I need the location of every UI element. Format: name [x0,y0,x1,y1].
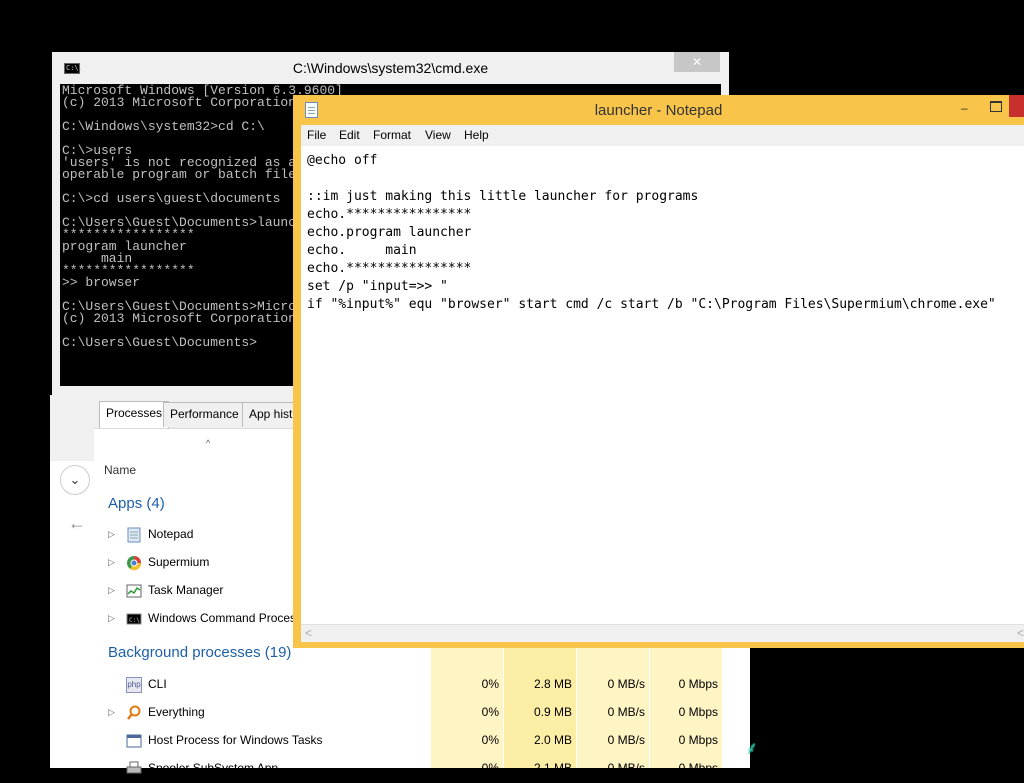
process-name: Host Process for Windows Tasks [148,733,323,747]
expand-arrow-icon[interactable]: ▷ [108,529,115,540]
network-value: 0 Mbps [678,761,718,775]
notepad-title-bar[interactable]: launcher - Notepad – [293,95,1024,125]
svg-text:C:\: C:\ [129,617,140,624]
printer-icon [126,761,142,777]
process-name: CLI [148,677,167,691]
memory-value: 2.0 MB [533,733,572,747]
supermium-icon [126,555,142,571]
process-row-cli[interactable]: php CLI 0% 2.8 MB 0 MB/s 0 Mbps [94,671,750,699]
horizontal-scrollbar[interactable]: < < [301,624,1024,642]
cpu-value: 0% [481,733,499,747]
close-button[interactable]: ✕ [674,52,720,72]
memory-value: 0.9 MB [533,705,572,719]
task-manager-nav-pane: ⌄ ← [50,395,95,768]
magnifier-icon [126,705,142,721]
cpu-value: 0% [481,761,499,775]
notepad-content: @echo off ::im just making this little l… [307,153,996,312]
window-icon [126,733,142,749]
notepad-window-title: launcher - Notepad [594,102,723,119]
notepad-menu-bar: File Edit Format View Help [301,125,1024,146]
close-button[interactable] [1009,95,1024,117]
expand-arrow-icon[interactable]: ▷ [108,585,115,596]
scroll-right-icon[interactable]: < [1017,626,1024,640]
minimize-button[interactable]: – [961,101,968,115]
column-header-name[interactable]: Name [104,463,136,477]
process-row-spooler[interactable]: Spooler SubSystem App 0% 2.1 MB 0 MB/s 0… [94,755,750,783]
menu-format[interactable]: Format [373,128,411,142]
expand-arrow-icon[interactable]: ▷ [108,557,115,568]
menu-edit[interactable]: Edit [339,128,360,142]
expand-arrow-icon[interactable]: ▷ [108,613,115,624]
notepad-text-area[interactable]: @echo off ::im just making this little l… [301,146,1024,624]
memory-value: 2.8 MB [533,677,572,691]
tab-processes[interactable]: Processes [99,401,170,428]
menu-help[interactable]: Help [464,128,489,142]
process-name: Everything [148,705,205,719]
app-name: Task Manager [148,583,224,597]
notepad-window[interactable]: launcher - Notepad – File Edit Format Vi… [293,95,1024,648]
sort-caret-icon: ^ [206,438,211,448]
scroll-left-icon[interactable]: < [305,626,312,640]
cpu-value: 0% [481,705,499,719]
tab-app-history[interactable]: App hist [242,402,300,427]
disk-value: 0 MB/s [607,705,645,719]
menu-view[interactable]: View [425,128,451,142]
app-name: Supermium [148,555,210,569]
disk-value: 0 MB/s [607,733,645,747]
cpu-value: 0% [481,677,499,691]
process-row-host-process[interactable]: Host Process for Windows Tasks 0% 2.0 MB… [94,727,750,755]
php-icon: php [126,677,142,693]
network-value: 0 Mbps [678,733,718,747]
nav-pane-header [50,395,94,461]
menu-file[interactable]: File [307,128,326,142]
tab-performance[interactable]: Performance [163,402,246,427]
background-processes-header: Background processes (19) [108,644,292,661]
desktop-artifact-icon: ⸙ [745,738,759,758]
cmd-window-title: C:\Windows\system32\cmd.exe [292,60,489,76]
task-manager-icon [126,583,142,599]
app-name: Windows Command Proces [148,611,297,625]
apps-group-header: Apps (4) [108,495,165,512]
back-arrow-icon[interactable]: ← [68,513,86,534]
app-name: Notepad [148,527,194,541]
expand-arrow-icon[interactable]: ▷ [108,707,115,718]
process-name: Spooler SubSystem App [148,761,279,775]
cmd-title-bar[interactable]: C:\. C:\Windows\system32\cmd.exe ✕ [52,52,729,84]
process-row-everything[interactable]: ▷ Everything 0% 0.9 MB 0 MB/s 0 Mbps [94,699,750,727]
network-value: 0 Mbps [678,677,718,691]
notepad-icon [126,527,142,543]
cmd-icon: C:\ [126,611,142,627]
disk-value: 0 MB/s [607,677,645,691]
chevron-down-icon[interactable]: ⌄ [60,465,90,495]
memory-value: 2.1 MB [533,761,572,775]
maximize-button[interactable] [990,101,1002,112]
network-value: 0 Mbps [678,705,718,719]
disk-value: 0 MB/s [607,761,645,775]
